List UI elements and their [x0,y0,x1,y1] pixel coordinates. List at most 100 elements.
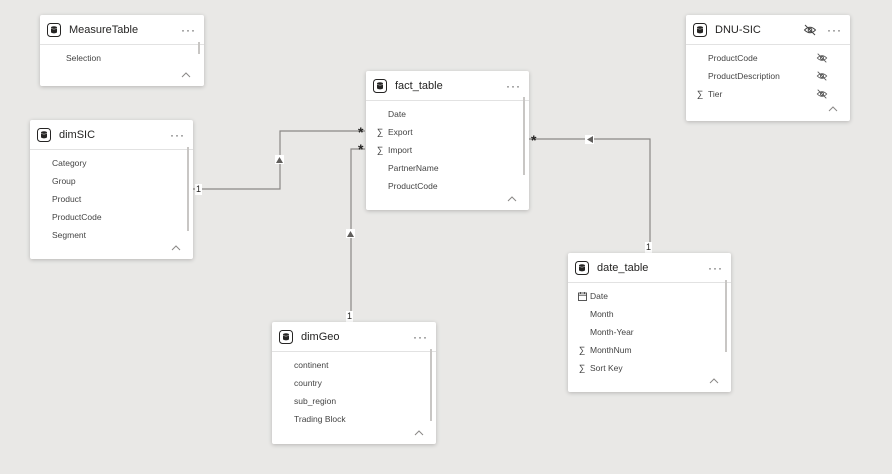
table-header[interactable]: date_table ··· [568,253,731,283]
field-item[interactable]: continent [272,356,436,374]
hidden-eye-icon[interactable] [816,52,828,64]
table-icon [575,260,589,275]
table-card-dnu-sic[interactable]: DNU-SIC ··· ProductCode ProductDescripti… [686,15,850,121]
more-options-icon[interactable]: ··· [827,24,842,36]
collapse-chevron-icon[interactable] [414,430,424,436]
field-list: Selection [40,45,204,67]
field-item[interactable]: ∑ Import [366,141,529,159]
table-card-dimgeo[interactable]: dimGeo ··· continent country sub_region … [272,322,436,444]
field-label: Selection [66,53,101,63]
field-item[interactable]: ∑ Tier [686,85,850,103]
field-item[interactable]: PartnerName [366,159,529,177]
field-item[interactable]: Selection [40,49,204,67]
field-label: Date [388,109,406,119]
sigma-icon: ∑ [696,89,704,99]
field-item[interactable]: Date [568,287,731,305]
more-options-icon[interactable]: ··· [181,24,196,36]
field-label: Export [388,127,413,137]
filter-direction-arrow-dimsic[interactable] [275,155,284,164]
field-label: Segment [52,230,87,240]
arrow-up-icon [276,156,283,163]
table-title: dimGeo [301,330,340,343]
hidden-eye-icon[interactable] [816,70,828,82]
field-list: Date ∑ Export ∑ Import PartnerName Produ… [366,101,529,195]
field-label: ProductDescription [708,71,780,81]
scrollbar[interactable] [430,349,432,421]
table-icon [373,78,387,93]
field-item[interactable]: Trading Block [272,410,436,428]
field-label: ProductCode [388,181,438,191]
field-item[interactable]: ∑ Export [366,123,529,141]
field-label: country [294,378,322,388]
table-title: date_table [597,261,649,274]
table-header[interactable]: MeasureTable ··· [40,15,204,45]
field-label: Sort Key [590,363,623,373]
cardinality-many-fact-geo: * [358,141,364,157]
field-label: Trading Block [294,414,346,424]
field-item[interactable]: country [272,374,436,392]
table-header[interactable]: dimSIC ··· [30,120,193,150]
cardinality-one-dimsic: 1 [195,184,203,195]
collapse-chevron-icon[interactable] [171,245,181,251]
cardinality-one-date: 1 [645,242,653,253]
filter-direction-arrow-date[interactable] [585,135,594,144]
more-options-icon[interactable]: ··· [708,262,723,274]
table-title: fact_table [395,79,443,92]
field-label: Date [590,291,608,301]
field-item[interactable]: ∑ Sort Key [568,359,731,377]
field-item[interactable]: Month-Year [568,323,731,341]
field-item[interactable]: Group [30,172,193,190]
table-icon [47,22,61,37]
collapse-chevron-icon[interactable] [709,378,719,384]
field-item[interactable]: Product [30,190,193,208]
cardinality-many-fact-dimsic: * [358,124,364,140]
field-item[interactable]: ProductCode [686,49,850,67]
field-label: Product [52,194,82,204]
more-options-icon[interactable]: ··· [506,80,521,92]
table-card-fact-table[interactable]: fact_table ··· Date ∑ Export ∑ Import Pa… [366,71,529,210]
relationship-line-date-fact[interactable] [529,138,651,252]
field-item[interactable]: Date [366,105,529,123]
filter-direction-arrow-geo[interactable] [346,229,355,238]
field-item[interactable]: ∑ MonthNum [568,341,731,359]
sigma-icon: ∑ [376,145,384,155]
table-header[interactable]: dimGeo ··· [272,322,436,352]
more-options-icon[interactable]: ··· [413,331,428,343]
scrollbar[interactable] [725,280,727,352]
hidden-eye-icon[interactable] [803,23,817,37]
field-item[interactable]: ProductCode [366,177,529,195]
field-list: ProductCode ProductDescription ∑ Tier [686,45,850,103]
scrollbar[interactable] [198,42,200,54]
field-item[interactable]: sub_region [272,392,436,410]
field-label: Category [52,158,87,168]
scrollbar[interactable] [187,147,189,231]
field-label: ProductCode [52,212,102,222]
table-icon [37,127,51,142]
table-title: DNU-SIC [715,23,761,36]
hidden-eye-icon[interactable] [816,88,828,100]
table-title: MeasureTable [69,23,139,36]
field-item[interactable]: ProductCode [30,208,193,226]
field-list: Category Group Product ProductCode Segme… [30,150,193,244]
more-options-icon[interactable]: ··· [170,129,185,141]
scrollbar[interactable] [523,97,525,175]
table-card-date-table[interactable]: date_table ··· Date Month Month-Year ∑ M… [568,253,731,392]
table-header[interactable]: fact_table ··· [366,71,529,101]
collapse-chevron-icon[interactable] [828,106,838,112]
collapse-chevron-icon[interactable] [507,196,517,202]
table-header[interactable]: DNU-SIC ··· [686,15,850,45]
field-item[interactable]: Category [30,154,193,172]
field-label: MonthNum [590,345,632,355]
cardinality-one-geo: 1 [346,311,354,322]
sigma-icon: ∑ [376,127,384,137]
field-label: ProductCode [708,53,758,63]
table-card-dimsic[interactable]: dimSIC ··· Category Group Product Produc… [30,120,193,259]
model-canvas[interactable]: 1 * * 1 * 1 MeasureTable ··· Selection f… [0,0,892,474]
table-card-measuretable[interactable]: MeasureTable ··· Selection [40,15,204,86]
table-icon [693,22,707,37]
field-item[interactable]: Month [568,305,731,323]
arrow-up-icon [347,230,354,237]
collapse-chevron-icon[interactable] [181,72,191,78]
field-item[interactable]: ProductDescription [686,67,850,85]
field-item[interactable]: Segment [30,226,193,244]
